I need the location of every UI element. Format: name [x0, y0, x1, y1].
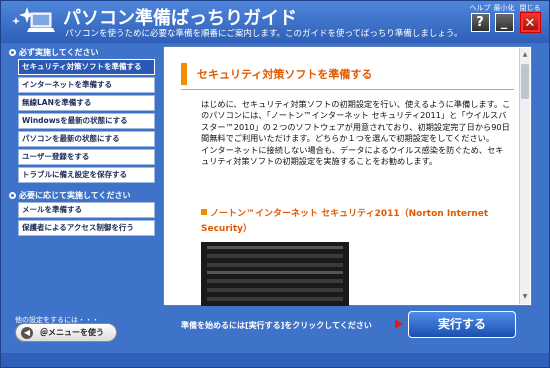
paragraph-1: はじめに、セキュリティ対策ソフトの初期設定を行い、使えるように準備します。このパ… [201, 99, 511, 144]
circle-bullet-icon [9, 49, 16, 56]
norton-subheading: ノートン™インターネット セキュリティ2011（Norton Internet … [201, 207, 513, 237]
section-optional-title: 必要に応じて実施してください [19, 191, 131, 200]
title-divider [181, 89, 514, 90]
sidebar-item-user-registration[interactable]: ユーザー登録をする [18, 149, 155, 165]
sidebar-item-parental-control[interactable]: 保護者によるアクセス制御を行う [18, 220, 155, 236]
help-label: ヘルプ [469, 4, 491, 12]
menu-button-label: ＠メニューを使う [40, 328, 104, 337]
scroll-up-icon[interactable]: ▲ [521, 50, 529, 60]
content-title: セキュリティ対策ソフトを準備する [197, 68, 373, 81]
run-button[interactable]: 実行する [408, 311, 516, 338]
sidebar-item-pc-update[interactable]: パソコンを最新の状態にする [18, 131, 155, 147]
content-description: はじめに、セキュリティ対策ソフトの初期設定を行い、使えるように準備します。このパ… [201, 99, 511, 167]
menu-button[interactable]: ◀ ＠メニューを使う [15, 323, 117, 342]
minimize-icon[interactable]: _ [494, 13, 514, 32]
paragraph-2: インターネットに接続しない場合も、データによるウイルス感染を防ぐため、セキュリテ… [201, 144, 504, 167]
close-x-icon[interactable]: ✕ [520, 13, 540, 32]
close-label: 閉じる [519, 4, 541, 12]
section-optional-header: 必要に応じて実施してください [8, 189, 159, 202]
header-bar: パソコン準備ばっちりガイド パソコンを使うために必要な準備を順番にご案内します。… [1, 1, 549, 43]
run-hint-text: 準備を始めるには[実行する]をクリックしてください [181, 321, 372, 330]
question-mark-icon[interactable]: ? [470, 13, 490, 32]
scroll-down-icon[interactable]: ▼ [521, 292, 529, 302]
window-bottom-bar [1, 353, 549, 367]
section-required-title: 必ず実施してください [19, 48, 99, 57]
close-button[interactable]: 閉じる ✕ [518, 4, 542, 32]
laptop-sparkle-icon [12, 7, 55, 32]
sidebar-item-security[interactable]: セキュリティ対策ソフトを準備する [18, 59, 155, 75]
title-accent-bar [181, 63, 187, 85]
orange-square-bullet-icon [201, 209, 207, 215]
content-panel: セキュリティ対策ソフトを準備する はじめに、セキュリティ対策ソフトの初期設定を行… [163, 46, 532, 306]
action-bar: 準備を始めるには[実行する]をクリックしてください 実行する [163, 308, 532, 344]
red-triangle-right-icon [395, 319, 403, 329]
help-button[interactable]: ヘルプ ? [468, 4, 492, 32]
minimize-button[interactable]: 最小化 _ [492, 4, 516, 32]
norton-subheading-text: ノートン™インターネット セキュリティ2011（Norton Internet … [201, 209, 489, 234]
section-required-header: 必ず実施してください [8, 46, 159, 59]
app-subtitle: パソコンを使うために必要な準備を順番にご案内します。このガイドを使ってばっちり準… [65, 29, 463, 39]
minimize-label: 最小化 [493, 4, 515, 12]
circle-bullet-icon [9, 192, 16, 199]
sidebar-item-backup-settings[interactable]: トラブルに備え設定を保存する [18, 167, 155, 183]
content-scrollbar[interactable]: ▲ ▼ [519, 48, 530, 304]
sidebar-item-mail[interactable]: メールを準備する [18, 202, 155, 218]
sidebar-item-wireless-lan[interactable]: 無線LANを準備する [18, 95, 155, 111]
sidebar-item-windows-update[interactable]: Windowsを最新の状態にする [18, 113, 155, 129]
sidebar: 必ず実施してください セキュリティ対策ソフトを準備する インターネットを準備する… [8, 46, 159, 351]
norton-screenshot-image [201, 242, 349, 306]
circle-arrow-icon: ◀ [21, 327, 33, 339]
sidebar-item-internet[interactable]: インターネットを準備する [18, 77, 155, 93]
app-window: パソコン準備ばっちりガイド パソコンを使うために必要な準備を順番にご案内します。… [0, 0, 550, 368]
scrollbar-thumb[interactable] [521, 64, 529, 99]
